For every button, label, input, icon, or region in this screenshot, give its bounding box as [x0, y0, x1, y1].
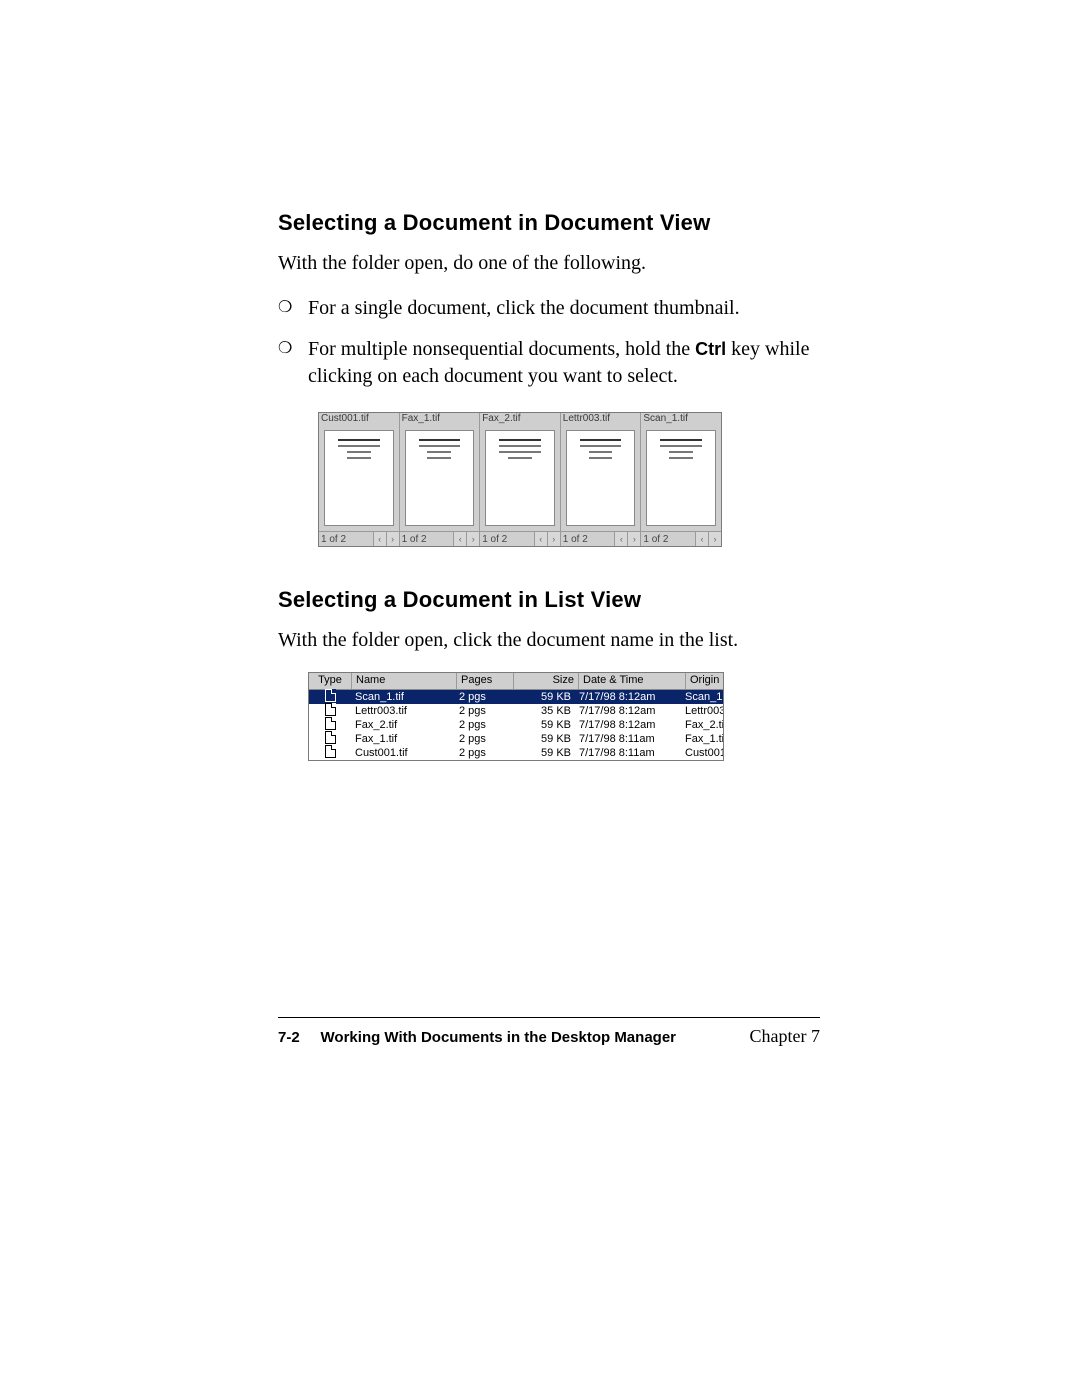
- thumbnail: Cust001.tif: [319, 413, 400, 531]
- thumbnail-label: Cust001.tif: [319, 413, 399, 427]
- cell-pages: 2 pgs: [455, 747, 511, 759]
- thumbnail-preview: [485, 430, 555, 526]
- cell-date: 7/17/98 8:11am: [575, 747, 681, 759]
- cell-pages: 2 pgs: [455, 733, 511, 745]
- page-count: 1 of 2: [641, 534, 695, 545]
- cell-size: 59 KB: [511, 691, 575, 703]
- cell-date: 7/17/98 8:12am: [575, 691, 681, 703]
- bullet-single-document: For a single document, click the documen…: [278, 295, 820, 322]
- prev-page-button: ‹: [695, 532, 708, 546]
- footer-chapter: Chapter 7: [750, 1026, 820, 1047]
- cell-pages: 2 pgs: [455, 705, 511, 717]
- heading-list-view: Selecting a Document in List View: [278, 587, 820, 613]
- thumbnail: Lettr003.tif: [561, 413, 642, 531]
- cell-date: 7/17/98 8:12am: [575, 705, 681, 717]
- col-header-pages: Pages: [457, 673, 514, 689]
- page-footer: 7-2 Working With Documents in the Deskto…: [278, 1017, 820, 1047]
- col-header-type: Type: [309, 673, 352, 689]
- document-page: Selecting a Document in Document View Wi…: [0, 0, 1080, 1397]
- list-header-row: Type Name Pages Size Date & Time Origin: [309, 673, 723, 690]
- thumbnail: Fax_1.tif: [400, 413, 481, 531]
- next-page-button: ›: [708, 532, 721, 546]
- prev-page-button: ‹: [453, 532, 466, 546]
- cell-pages: 2 pgs: [455, 691, 511, 703]
- thumbnail-nav: 1 of 2 ‹ ›: [400, 532, 481, 546]
- cell-size: 59 KB: [511, 733, 575, 745]
- document-icon: [325, 731, 336, 744]
- footer-title: Working With Documents in the Desktop Ma…: [321, 1029, 676, 1046]
- cell-origin: Cust001.tif: [681, 747, 723, 759]
- cell-origin: Fax_1.tif: [681, 733, 723, 745]
- thumbnail-nav: 1 of 2 ‹ ›: [319, 532, 400, 546]
- cell-size: 59 KB: [511, 719, 575, 731]
- document-icon: [325, 717, 336, 730]
- prev-page-button: ‹: [534, 532, 547, 546]
- cell-name: Scan_1.tif: [351, 691, 455, 703]
- list-row: Cust001.tif 2 pgs 59 KB 7/17/98 8:11am C…: [309, 746, 723, 760]
- document-icon: [325, 689, 336, 702]
- prev-page-button: ‹: [614, 532, 627, 546]
- next-page-button: ›: [386, 532, 399, 546]
- thumbnail-preview: [646, 430, 716, 526]
- cell-type: [309, 745, 351, 761]
- cell-origin: Scan_1.tif: [681, 691, 723, 703]
- thumbnail-nav: 1 of 2 ‹ ›: [641, 532, 721, 546]
- intro-list-view: With the folder open, click the document…: [278, 627, 820, 654]
- heading-document-view: Selecting a Document in Document View: [278, 210, 820, 236]
- footer-page-number: 7-2: [278, 1029, 300, 1046]
- intro-document-view: With the folder open, do one of the foll…: [278, 250, 820, 277]
- next-page-button: ›: [627, 532, 640, 546]
- cell-pages: 2 pgs: [455, 719, 511, 731]
- thumbnail: Scan_1.tif: [641, 413, 721, 531]
- thumbnail-nav: 1 of 2 ‹ ›: [561, 532, 642, 546]
- cell-name: Cust001.tif: [351, 747, 455, 759]
- cell-date: 7/17/98 8:11am: [575, 733, 681, 745]
- page-count: 1 of 2: [561, 534, 615, 545]
- cell-origin: Lettr003.tif: [681, 705, 723, 717]
- thumbnail-preview: [405, 430, 475, 526]
- footer-left: 7-2 Working With Documents in the Deskto…: [278, 1029, 676, 1046]
- list-row: Fax_2.tif 2 pgs 59 KB 7/17/98 8:12am Fax…: [309, 718, 723, 732]
- bullet-multiple-documents: For multiple nonsequential documents, ho…: [278, 336, 820, 390]
- next-page-button: ›: [466, 532, 479, 546]
- list-view-screenshot: Type Name Pages Size Date & Time Origin …: [308, 672, 724, 761]
- cell-date: 7/17/98 8:12am: [575, 719, 681, 731]
- cell-name: Lettr003.tif: [351, 705, 455, 717]
- footer-rule: [278, 1017, 820, 1018]
- cell-name: Fax_2.tif: [351, 719, 455, 731]
- bullet-list: For a single document, click the documen…: [278, 295, 820, 390]
- col-header-size: Size: [514, 673, 579, 689]
- document-view-screenshot: Cust001.tif Fax_1.tif Fax_2.tif Lettr003…: [318, 412, 722, 547]
- thumbnail-label: Scan_1.tif: [641, 413, 721, 427]
- cell-name: Fax_1.tif: [351, 733, 455, 745]
- next-page-button: ›: [547, 532, 560, 546]
- thumbnail-label: Fax_2.tif: [480, 413, 560, 427]
- page-count: 1 of 2: [400, 534, 454, 545]
- document-icon: [325, 703, 336, 716]
- thumbnail-nav: 1 of 2 ‹ ›: [480, 532, 561, 546]
- cell-size: 59 KB: [511, 747, 575, 759]
- thumbnail-label: Fax_1.tif: [400, 413, 480, 427]
- ctrl-key-label: Ctrl: [695, 339, 726, 359]
- cell-size: 35 KB: [511, 705, 575, 717]
- thumbnail-label: Lettr003.tif: [561, 413, 641, 427]
- list-row-selected: Scan_1.tif 2 pgs 59 KB 7/17/98 8:12am Sc…: [309, 690, 723, 704]
- list-row: Fax_1.tif 2 pgs 59 KB 7/17/98 8:11am Fax…: [309, 732, 723, 746]
- thumbnail: Fax_2.tif: [480, 413, 561, 531]
- page-count: 1 of 2: [480, 534, 534, 545]
- page-count: 1 of 2: [319, 534, 373, 545]
- prev-page-button: ‹: [373, 532, 386, 546]
- bullet-multi-pre: For multiple nonsequential documents, ho…: [308, 338, 695, 360]
- thumbnail-preview: [324, 430, 394, 526]
- cell-origin: Fax_2.tif: [681, 719, 723, 731]
- col-header-origin: Origin: [686, 673, 723, 689]
- col-header-name: Name: [352, 673, 457, 689]
- document-icon: [325, 745, 336, 758]
- col-header-date: Date & Time: [579, 673, 686, 689]
- thumbnail-preview: [566, 430, 636, 526]
- list-row: Lettr003.tif 2 pgs 35 KB 7/17/98 8:12am …: [309, 704, 723, 718]
